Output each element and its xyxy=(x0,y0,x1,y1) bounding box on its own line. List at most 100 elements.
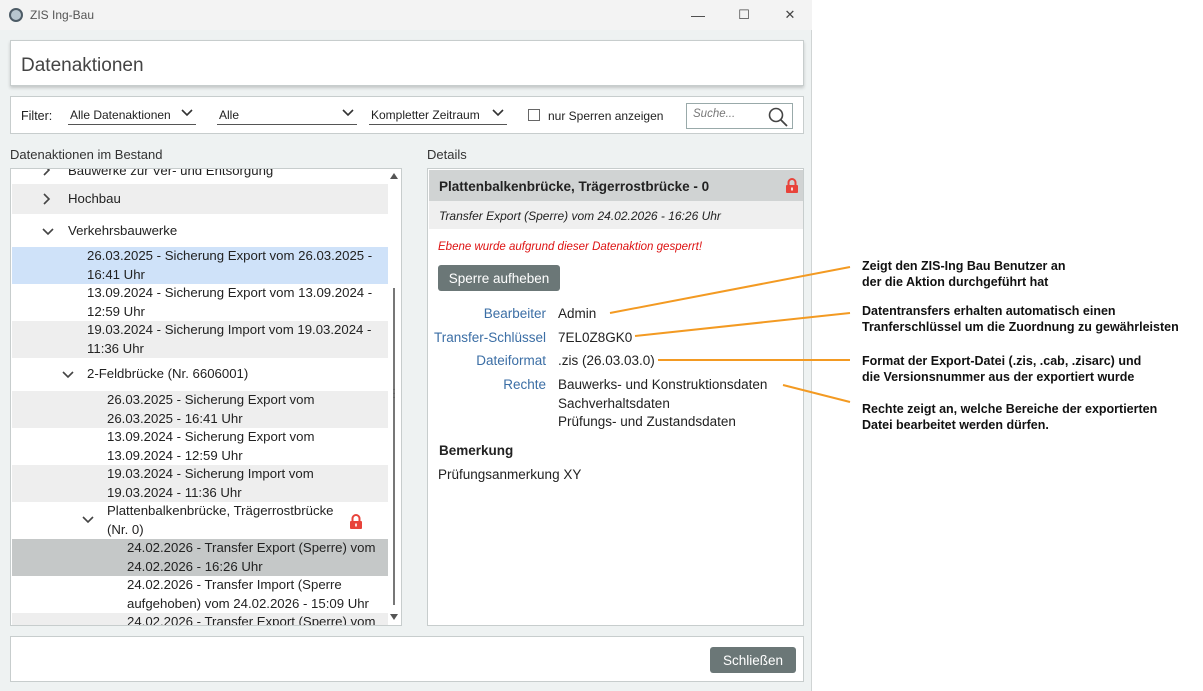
tree-row[interactable]: 24.02.2026 - Transfer Import (Sperre auf… xyxy=(12,576,388,613)
action-type-value: Alle Datenaktionen xyxy=(70,108,171,122)
rights-value: Sachverhaltsdaten xyxy=(558,395,670,411)
app-logo-icon xyxy=(9,8,23,22)
editor-value: Admin xyxy=(558,306,597,321)
tree-row-text: 13.09.2024 - Sicherung Export vom xyxy=(107,429,315,444)
chevron-down-icon[interactable] xyxy=(42,225,54,237)
details-title: Plattenbalkenbrücke, Trägerrostbrücke - … xyxy=(439,179,710,194)
tree-row-text: 26.03.2025 - 16:41 Uhr xyxy=(107,410,243,426)
period-dropdown[interactable]: Kompletter Zeitraum xyxy=(369,105,507,125)
unlock-button[interactable]: Sperre aufheben xyxy=(438,265,560,291)
file-format-label: Dateiformat xyxy=(476,353,546,368)
tree-row-text: 12:59 Uhr xyxy=(87,303,145,319)
tree-row[interactable]: 19.03.2024 - Sicherung Import vom 19.03.… xyxy=(12,321,388,358)
app-window: ZIS Ing-Bau — ☐ ✕ Datenaktionen Filter: … xyxy=(0,0,812,691)
annotation-text: Datentransfers erhalten automatisch eine… xyxy=(862,304,1116,318)
tree-row-text: 19.03.2024 - 11:36 Uhr xyxy=(107,484,242,500)
scroll-down-icon[interactable] xyxy=(390,614,398,620)
tree-row-text: 24.02.2026 - 16:26 Uhr xyxy=(127,558,263,574)
minimize-icon[interactable]: — xyxy=(683,5,713,25)
tree-row-text: 16:41 Uhr xyxy=(87,266,145,282)
details-section-label: Details xyxy=(427,147,467,162)
tree-node-label: Hochbau xyxy=(68,191,121,206)
page-title: Datenaktionen xyxy=(21,55,144,76)
annotation-text: der die Aktion durchgeführt hat xyxy=(862,275,1049,289)
annotation-text: Format der Export-Datei (.zis, .cab, .zi… xyxy=(862,354,1142,368)
tree-row[interactable]: 19.03.2024 - Sicherung Import vom 19.03.… xyxy=(12,465,388,502)
tree-node-category[interactable]: Verkehrsbauwerke xyxy=(12,217,388,245)
tree-node-category[interactable]: Hochbau xyxy=(12,184,388,214)
footer-bar: Schließen xyxy=(10,636,804,682)
filter-label: Filter: xyxy=(21,109,53,123)
window-title: ZIS Ing-Bau xyxy=(30,8,95,22)
tree-section-label: Datenaktionen im Bestand xyxy=(10,147,163,162)
annotation-file-format: Format der Export-Datei (.zis, .cab, .zi… xyxy=(862,353,1141,385)
tree-row-text: 24.02.2026 - Transfer Import (Sperre xyxy=(127,577,342,592)
annotation-editor: Zeigt den ZIS-Ing Bau Benutzer an der di… xyxy=(862,258,1065,290)
only-locks-checkbox[interactable] xyxy=(528,109,540,121)
tree-node-category[interactable]: Bauwerke zur Ver- und Entsorgung xyxy=(12,168,388,183)
period-value: Kompletter Zeitraum xyxy=(371,108,480,122)
chevron-down-icon xyxy=(181,109,193,117)
maximize-icon[interactable]: ☐ xyxy=(729,5,759,25)
chevron-down-icon[interactable] xyxy=(82,513,94,525)
grip-icon[interactable]: · · · xyxy=(390,385,398,403)
details-subtitle: Transfer Export (Sperre) vom 24.02.2026 … xyxy=(439,209,721,223)
close-button[interactable]: Schließen xyxy=(710,647,796,673)
tree-row[interactable]: 26.03.2025 - Sicherung Export vom 26.03.… xyxy=(12,247,388,284)
lock-warning: Ebene wurde aufgrund dieser Datenaktion … xyxy=(438,241,703,253)
details-header: Plattenbalkenbrücke, Trägerrostbrücke - … xyxy=(429,170,803,201)
chevron-right-icon[interactable] xyxy=(40,168,52,176)
lock-icon xyxy=(786,178,798,193)
scroll-up-icon[interactable] xyxy=(390,173,398,179)
scrollbar-thumb[interactable] xyxy=(393,288,395,605)
chevron-down-icon xyxy=(342,109,354,117)
tree-row[interactable]: 13.09.2024 - Sicherung Export vom 13.09.… xyxy=(12,428,388,465)
remark-value: Prüfungsanmerkung XY xyxy=(438,467,582,482)
tree-scrollbar[interactable]: · · · xyxy=(388,170,400,624)
tree-row-text: 11:36 Uhr xyxy=(87,340,144,356)
tree-row[interactable]: 24.02.2026 - Transfer Export (Sperre) vo… xyxy=(12,613,388,626)
scope-value: Alle xyxy=(219,108,240,122)
title-bar: ZIS Ing-Bau — ☐ ✕ xyxy=(0,0,812,30)
annotation-text: die Versionsnummer aus der exportiert wu… xyxy=(862,370,1135,384)
filter-bar: Filter: Alle Datenaktionen Alle Komplett… xyxy=(10,96,804,134)
tree-row-text: aufgehoben) vom 24.02.2026 - 15:09 Uhr xyxy=(127,595,369,611)
annotation-rights: Rechte zeigt an, welche Bereiche der exp… xyxy=(862,401,1157,433)
tree-row-selected[interactable]: 24.02.2026 - Transfer Export (Sperre) vo… xyxy=(12,539,388,576)
close-icon[interactable]: ✕ xyxy=(775,5,805,25)
chevron-down-icon[interactable] xyxy=(62,368,74,380)
search-field[interactable] xyxy=(686,103,793,129)
tree-row-text: 24.02.2026 - Transfer Export (Sperre) vo… xyxy=(127,614,376,626)
tree-row-text: 26.03.2025 - Sicherung Export vom 26.03.… xyxy=(87,248,373,263)
tree-node-label: Verkehrsbauwerke xyxy=(68,223,178,238)
tree-row-text: 13.09.2024 - Sicherung Export vom 13.09.… xyxy=(87,285,373,300)
editor-label: Bearbeiter xyxy=(483,306,546,321)
transfer-key-value: 7EL0Z8GK0 xyxy=(558,330,633,345)
annotation-text: Zeigt den ZIS-Ing Bau Benutzer an xyxy=(862,259,1066,273)
rights-label: Rechte xyxy=(503,377,546,392)
details-subtitle-bar: Transfer Export (Sperre) vom 24.02.2026 … xyxy=(429,201,803,229)
chevron-right-icon[interactable] xyxy=(40,193,52,205)
annotation-text: Rechte zeigt an, welche Bereiche der exp… xyxy=(862,402,1158,416)
tree-row-text: (Nr. 0) xyxy=(107,521,144,537)
tree-node-label: 2-Feldbrücke (Nr. 6606001) xyxy=(87,366,249,381)
rights-value: Bauwerks- und Konstruktionsdaten xyxy=(558,377,768,392)
search-input[interactable] xyxy=(693,108,763,120)
rights-value: Prüfungs- und Zustandsdaten xyxy=(558,414,736,429)
transfer-key-label: Transfer-Schlüssel xyxy=(433,330,546,345)
scope-dropdown[interactable]: Alle xyxy=(217,105,357,125)
tree-row-text: 26.03.2025 - Sicherung Export vom xyxy=(107,392,315,407)
tree-node-bridge-locked[interactable]: Plattenbalkenbrücke, Trägerrostbrücke (N… xyxy=(12,502,388,539)
tree-row[interactable]: 13.09.2024 - Sicherung Export vom 13.09.… xyxy=(12,284,388,321)
action-type-dropdown[interactable]: Alle Datenaktionen xyxy=(68,105,196,125)
data-actions-tree[interactable]: Bauwerke zur Ver- und Entsorgung Hochbau… xyxy=(10,168,402,626)
tree-row-text: 19.03.2024 - Sicherung Import vom 19.03.… xyxy=(87,322,372,337)
tree-row[interactable]: 26.03.2025 - Sicherung Export vom 26.03.… xyxy=(12,391,388,428)
details-panel: Plattenbalkenbrücke, Trägerrostbrücke - … xyxy=(427,168,804,626)
file-format-value: .zis (26.03.03.0) xyxy=(558,353,655,368)
search-icon[interactable] xyxy=(767,106,789,128)
page-header: Datenaktionen xyxy=(10,40,804,86)
chevron-down-icon xyxy=(492,109,504,117)
remark-label: Bemerkung xyxy=(439,443,514,458)
tree-node-bridge[interactable]: 2-Feldbrücke (Nr. 6606001) xyxy=(12,361,388,389)
